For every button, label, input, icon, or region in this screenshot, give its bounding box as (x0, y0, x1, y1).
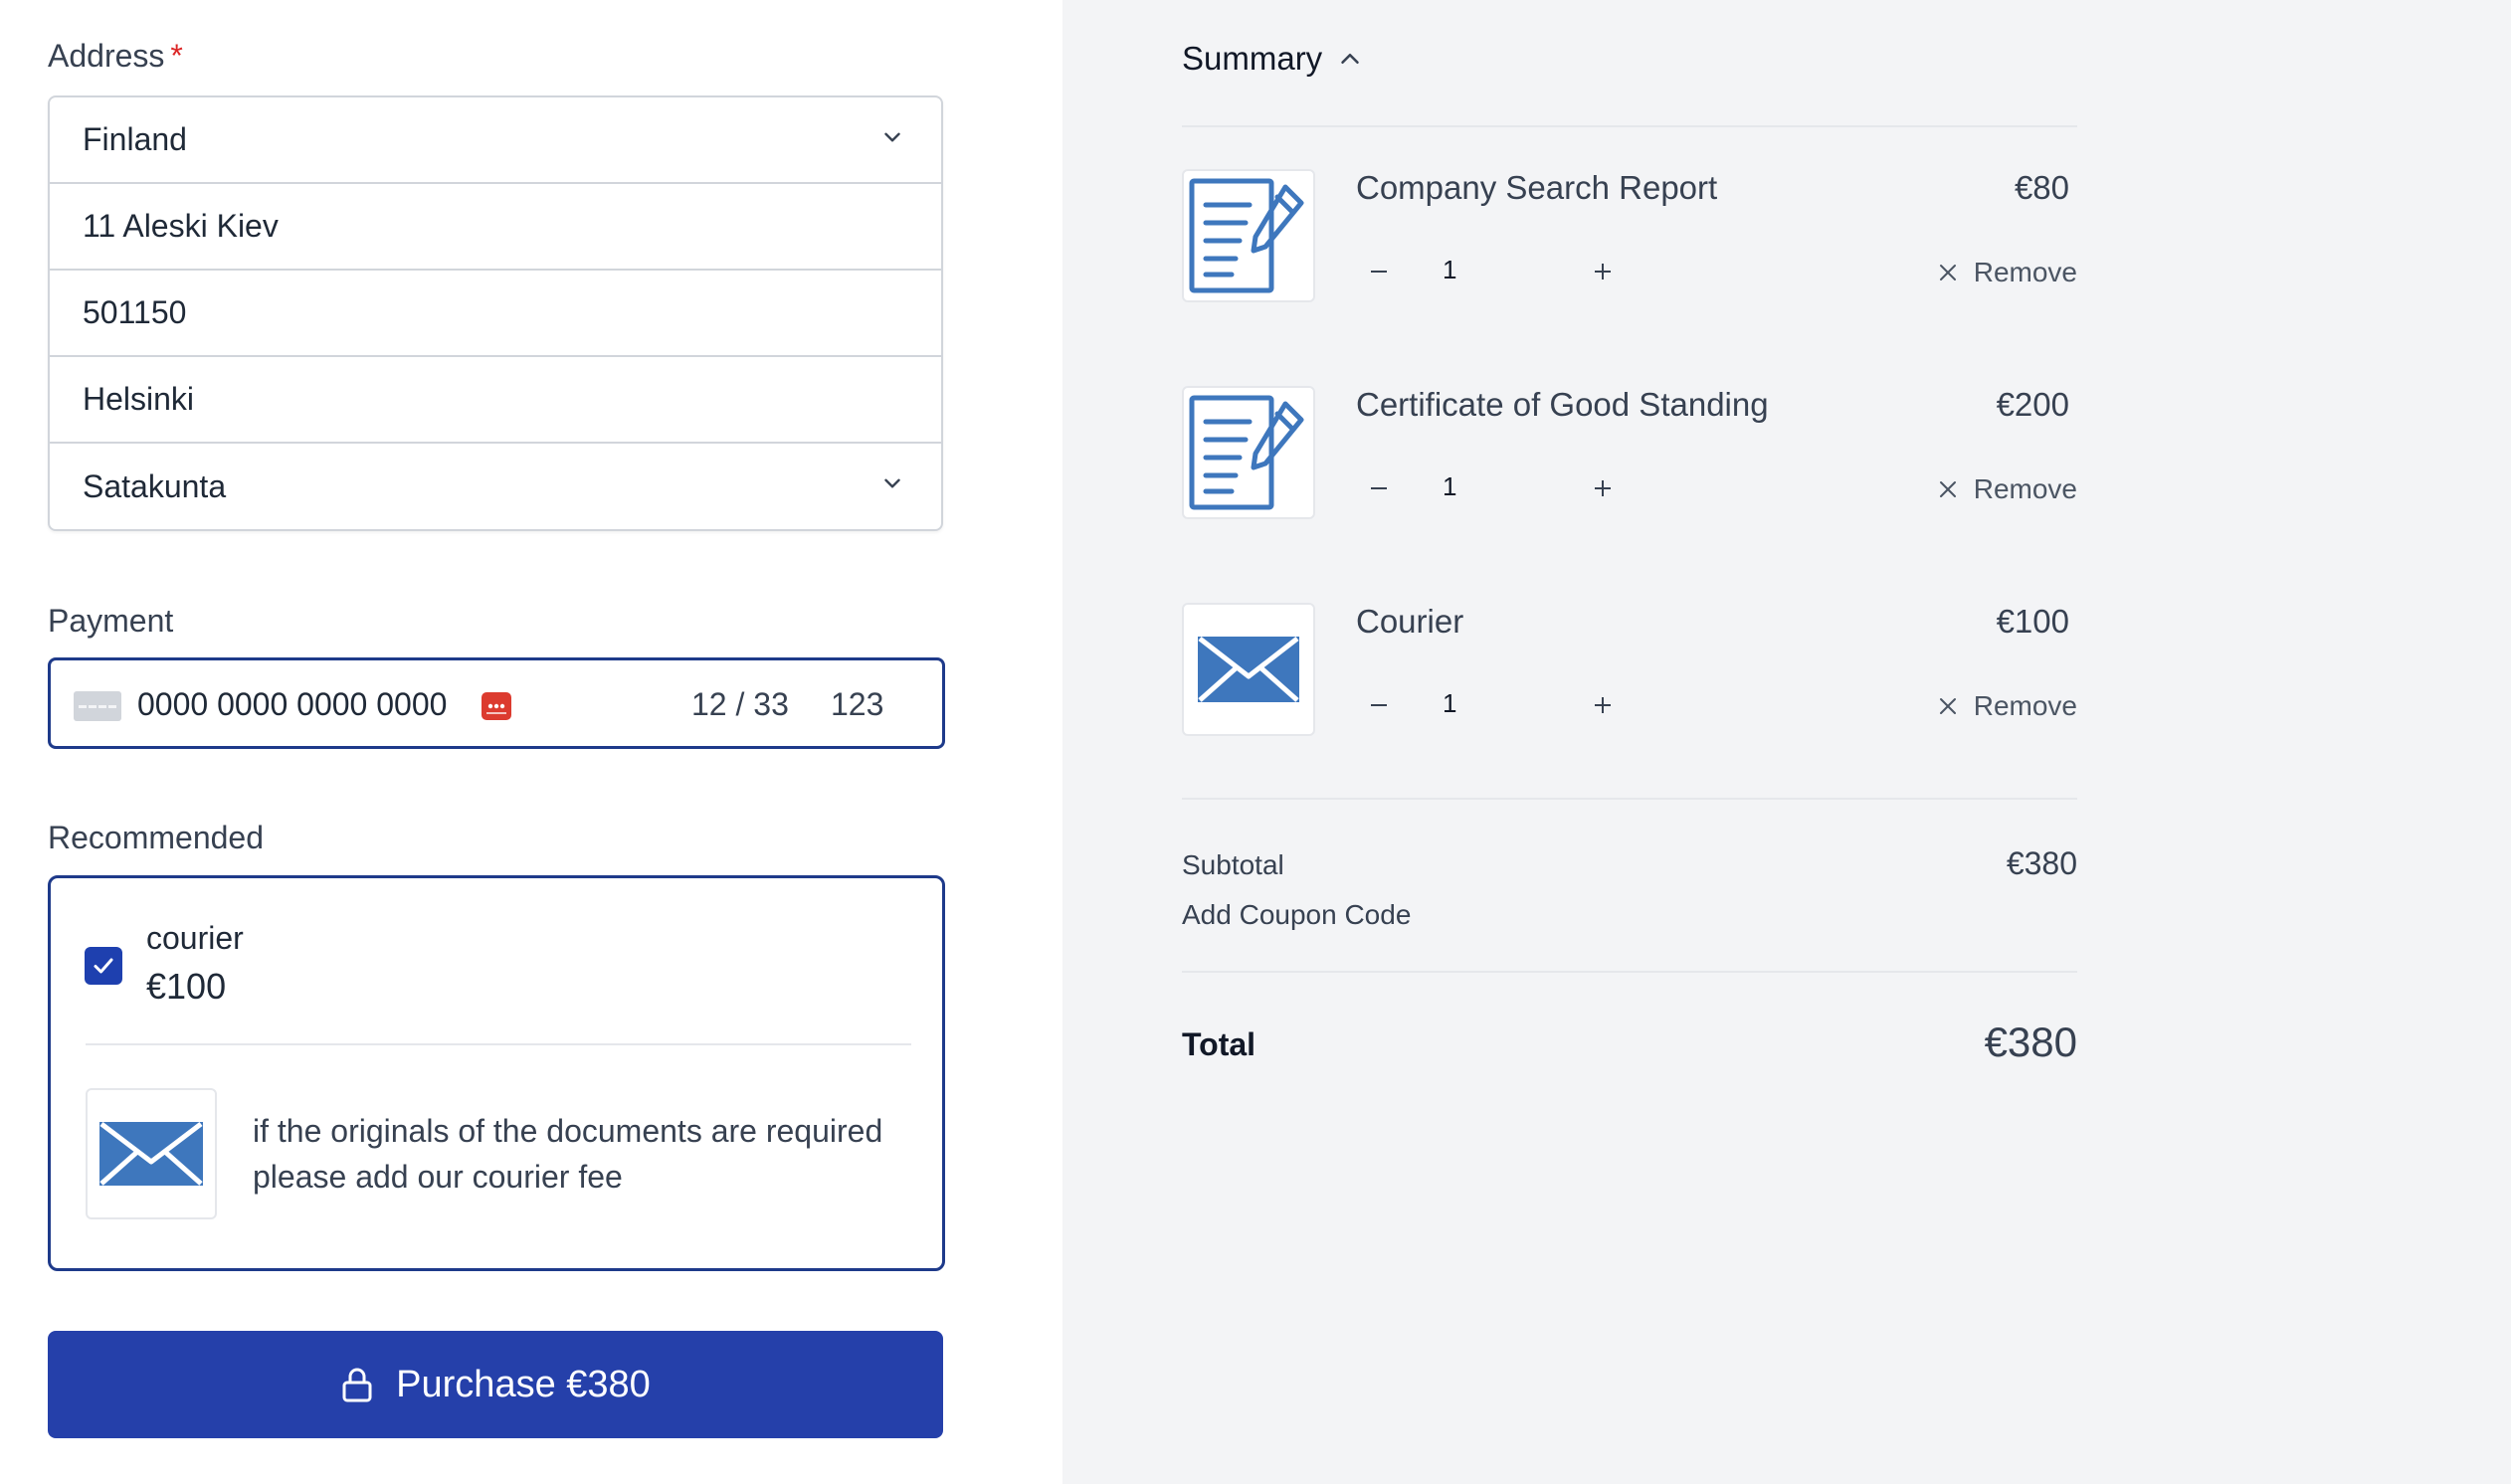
divider (1182, 798, 2077, 800)
divider (1182, 125, 2077, 127)
street-field[interactable]: 11 Aleski Kiev (50, 184, 941, 271)
city-value: Helsinki (83, 381, 195, 417)
card-input[interactable]: 0000 0000 0000 0000 12 / 33 123 (48, 657, 945, 749)
envelope-icon (1198, 637, 1299, 702)
required-mark: * (170, 38, 183, 74)
chevron-down-icon (884, 478, 900, 488)
plus-icon[interactable] (1592, 477, 1614, 499)
expiry-value[interactable]: 12 / 33 (691, 686, 789, 723)
country-select[interactable]: Finland (50, 97, 941, 184)
remove-button[interactable]: Remove (1938, 473, 2077, 505)
card-number-value[interactable]: 0000 0000 0000 0000 (137, 686, 447, 723)
item-thumbnail (1182, 386, 1315, 519)
summary-item: Company Search Report €80 1 Remove (1182, 169, 2077, 308)
item-quantity: 1 (1443, 471, 1457, 501)
plus-icon[interactable] (1592, 694, 1614, 716)
minus-icon[interactable] (1368, 694, 1390, 716)
lock-icon (342, 1368, 372, 1402)
purchase-button[interactable]: Purchase €380 (48, 1331, 943, 1438)
postal-code-value: 501150 (83, 294, 187, 330)
chevron-down-icon (884, 132, 900, 141)
recommended-thumbnail (86, 1088, 217, 1219)
courier-checkbox[interactable] (85, 947, 122, 985)
autofill-icon[interactable] (482, 692, 511, 720)
close-icon (1939, 698, 1956, 714)
credit-card-icon (74, 691, 121, 721)
summary-title[interactable]: Summary (1182, 40, 1322, 78)
remove-button[interactable]: Remove (1938, 257, 2077, 288)
item-thumbnail (1182, 603, 1315, 736)
remove-label: Remove (1973, 257, 2077, 287)
address-label: Address * (48, 38, 183, 74)
subtotal-label: Subtotal (1182, 849, 1284, 880)
remove-label: Remove (1973, 473, 2077, 504)
minus-icon[interactable] (1368, 261, 1390, 282)
city-field[interactable]: Helsinki (50, 357, 941, 444)
item-price: €100 (1996, 603, 2069, 640)
item-quantity: 1 (1443, 688, 1457, 718)
purchase-button-label: Purchase €380 (396, 1363, 651, 1405)
region-value: Satakunta (83, 467, 227, 504)
postal-code-field[interactable]: 501150 (50, 271, 941, 357)
divider (86, 1043, 911, 1045)
checkout-form: Address * Finland 11 Aleski Kiev 501150 H… (0, 0, 1062, 1484)
summary-item: Certificate of Good Standing €200 1 Remo… (1182, 386, 2077, 525)
minus-icon[interactable] (1368, 477, 1390, 499)
close-icon (1939, 481, 1956, 497)
recommended-description: if the originals of the documents are re… (253, 1113, 883, 1195)
recommended-title: courier (146, 920, 244, 956)
total-value: €380 (1984, 1019, 2077, 1065)
recommended-card[interactable]: courier €100 if the originals of the doc… (48, 875, 945, 1271)
subtotal-value: €380 (2006, 845, 2077, 881)
item-quantity: 1 (1443, 255, 1457, 284)
address-fieldset: Finland 11 Aleski Kiev 501150 Helsinki S… (48, 95, 943, 531)
summary-item: Courier €100 1 Remove (1182, 603, 2077, 742)
document-icon (1189, 178, 1304, 293)
divider (1182, 971, 2077, 973)
item-price: €80 (2014, 169, 2069, 206)
country-value: Finland (83, 121, 187, 157)
remove-label: Remove (1973, 690, 2077, 721)
item-name: Courier (1356, 603, 1464, 640)
recommended-price: €100 (146, 966, 227, 1007)
item-name: Company Search Report (1356, 169, 1718, 206)
add-coupon-link[interactable]: Add Coupon Code (1182, 899, 1411, 931)
chevron-up-icon[interactable] (1335, 44, 1365, 74)
total-label: Total (1182, 1026, 1256, 1062)
item-name: Certificate of Good Standing (1356, 386, 1769, 423)
document-icon (1189, 395, 1304, 510)
order-summary-panel: Summary Company Search Report €80 1 Remo… (1062, 0, 2511, 1484)
cvc-value[interactable]: 123 (831, 686, 883, 723)
item-thumbnail (1182, 169, 1315, 302)
close-icon (1939, 265, 1956, 280)
check-icon (94, 958, 113, 974)
street-value: 11 Aleski Kiev (83, 208, 279, 244)
remove-button[interactable]: Remove (1938, 690, 2077, 722)
payment-label: Payment (48, 603, 174, 639)
envelope-icon (99, 1122, 203, 1186)
plus-icon[interactable] (1592, 261, 1614, 282)
region-select[interactable]: Satakunta (50, 444, 941, 529)
item-price: €200 (1996, 386, 2069, 423)
recommended-label: Recommended (48, 820, 264, 855)
